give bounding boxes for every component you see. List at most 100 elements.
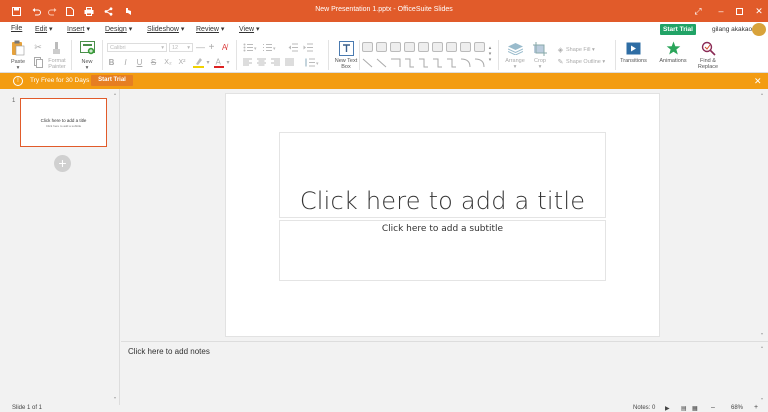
font-color-dropdown-icon[interactable]: ▾ [225,58,231,66]
underline-button[interactable]: U [135,57,144,67]
username[interactable]: gilang akakao [712,26,752,33]
shape-rect-icon[interactable] [474,42,485,52]
notes-scroll-up-icon[interactable]: ▴ [761,344,763,349]
strikethrough-button[interactable]: S [149,57,158,67]
format-painter-label: Format Painter [48,58,66,70]
banner-text: Try Free for 30 Days [30,77,90,84]
notes-placeholder[interactable]: Click here to add notes [128,347,210,356]
shape-rect-icon[interactable] [418,42,429,52]
close-icon[interactable]: ✕ [754,76,762,87]
slide-thumbnail[interactable]: Click here to add a title Click here to … [20,98,107,147]
normal-view-icon[interactable]: ▤ [681,405,687,412]
shape-rect-icon[interactable] [460,42,471,52]
align-center-icon[interactable] [256,57,266,67]
play-slideshow-icon[interactable]: ▶ [665,405,670,412]
zoom-out-button[interactable]: – [711,404,715,411]
new-slide-icon[interactable] [79,40,95,56]
clear-format-icon[interactable]: A̸ [219,42,230,52]
add-slide-button[interactable]: + [54,155,71,172]
justify-icon[interactable] [284,57,294,67]
menu-insert[interactable]: Insert ▾ [67,25,90,33]
shapes-gallery[interactable] [362,39,486,71]
gallery-scroll-icon[interactable]: ▴ ▾ ▾ [487,40,493,68]
slide-canvas[interactable]: Click here to add a title Click here to … [225,93,660,337]
increase-indent-icon[interactable] [302,42,313,52]
subtitle-placeholder[interactable]: Click here to add a subtitle [280,224,605,234]
line-spacing-icon[interactable]: ▾ [304,57,320,67]
font-color-icon[interactable]: A [213,56,224,68]
shape-rect-icon[interactable] [390,42,401,52]
decrease-font-icon[interactable]: — [196,42,205,52]
shape-rect-icon[interactable] [376,42,387,52]
scroll-down-icon[interactable]: ▾ [114,395,116,400]
slide-sorter-icon[interactable]: ▦ [692,405,698,412]
find-replace-icon[interactable] [700,40,716,56]
menu-bar: File Edit ▾ Insert ▾ Design ▾ Slideshow … [0,22,768,37]
arrange-dropdown-icon[interactable]: ▾ [503,64,527,70]
title-placeholder[interactable]: Click here to add a title [280,187,605,215]
subtitle-placeholder-box[interactable]: Click here to add a subtitle [279,220,606,281]
connector-shapes-icon[interactable] [362,57,486,69]
zoom-level[interactable]: 68% [731,405,743,411]
menu-slideshow[interactable]: Slideshow ▾ [147,25,184,33]
animations-icon[interactable] [665,40,681,56]
bold-button[interactable]: B [107,57,116,67]
notes-pane[interactable]: Click here to add notes ▴ ▾ [121,341,768,405]
slides-scrollbar[interactable]: ▴ ▾ [113,89,119,405]
bullets-icon[interactable]: ▾ [242,42,260,52]
copy-icon[interactable] [33,56,43,68]
fullscreen-button[interactable]: ⤢ [689,3,707,19]
scroll-up-icon[interactable]: ▴ [114,91,116,96]
italic-button[interactable]: I [121,57,130,67]
text-box-icon[interactable] [338,40,354,56]
status-bar: Slide 1 of 1 Notes: 0 ▶ ▤ ▦ – 68% + [0,404,768,412]
notes-scroll-down-icon[interactable]: ▾ [761,396,763,401]
menu-view[interactable]: View ▾ [239,25,260,33]
shape-rect-icon[interactable] [432,42,443,52]
align-left-icon[interactable] [242,57,252,67]
shape-fill-icon[interactable]: ◈ [556,45,565,54]
font-name-select[interactable]: Calibri ▾ [107,43,167,52]
shape-outline-icon[interactable]: ✎ [556,57,565,66]
shape-outline-label[interactable]: Shape Outline ▾ [566,59,605,65]
minimize-button[interactable]: – [712,3,730,19]
subscript-button[interactable]: X₂ [163,57,173,67]
font-size-select[interactable]: 12 ▾ [169,43,193,52]
editor-scroll-up-icon[interactable]: ▴ [761,91,763,96]
superscript-button[interactable]: X² [177,57,187,67]
notes-status[interactable]: Notes: 0 [633,405,655,411]
close-window-button[interactable]: ✕ [750,3,768,19]
shape-rect-icon[interactable] [446,42,457,52]
numbering-icon[interactable]: ▾ [261,42,279,52]
start-trial-button[interactable]: Start Trial [660,24,696,35]
decrease-indent-icon[interactable] [287,42,298,52]
highlight-dropdown-icon[interactable]: ▾ [205,58,211,66]
crop-icon[interactable] [532,41,548,56]
svg-text:▾: ▾ [316,61,319,67]
increase-font-icon[interactable]: + [207,42,216,53]
crop-dropdown-icon[interactable]: ▾ [530,64,550,70]
shape-fill-label[interactable]: Shape Fill ▾ [566,47,595,53]
slide-number: 1 [12,98,16,104]
format-painter-icon[interactable] [49,41,63,55]
paste-dropdown-icon[interactable]: ▾ [8,65,28,71]
title-placeholder-box[interactable]: Click here to add a title [279,132,606,218]
menu-file[interactable]: File [11,25,22,32]
paste-icon[interactable] [10,40,26,56]
zoom-in-button[interactable]: + [754,404,758,411]
new-slide-dropdown-icon[interactable]: ▾ [77,65,97,71]
highlight-color-icon[interactable] [192,56,204,68]
menu-design[interactable]: Design ▾ [105,25,132,33]
transitions-icon[interactable] [625,41,641,55]
arrange-icon[interactable] [507,42,523,56]
menu-review[interactable]: Review ▾ [196,25,224,33]
align-right-icon[interactable] [270,57,280,67]
menu-edit[interactable]: Edit ▾ [35,25,53,33]
maximize-button[interactable] [730,3,748,19]
editor-scroll-down-icon[interactable]: ▾ [761,331,763,336]
cut-icon[interactable]: ✂ [33,42,43,52]
avatar[interactable] [752,23,766,36]
shape-rect-icon[interactable] [404,42,415,52]
banner-start-trial-button[interactable]: Start Trial [91,75,133,86]
shape-rect-icon[interactable] [362,42,373,52]
